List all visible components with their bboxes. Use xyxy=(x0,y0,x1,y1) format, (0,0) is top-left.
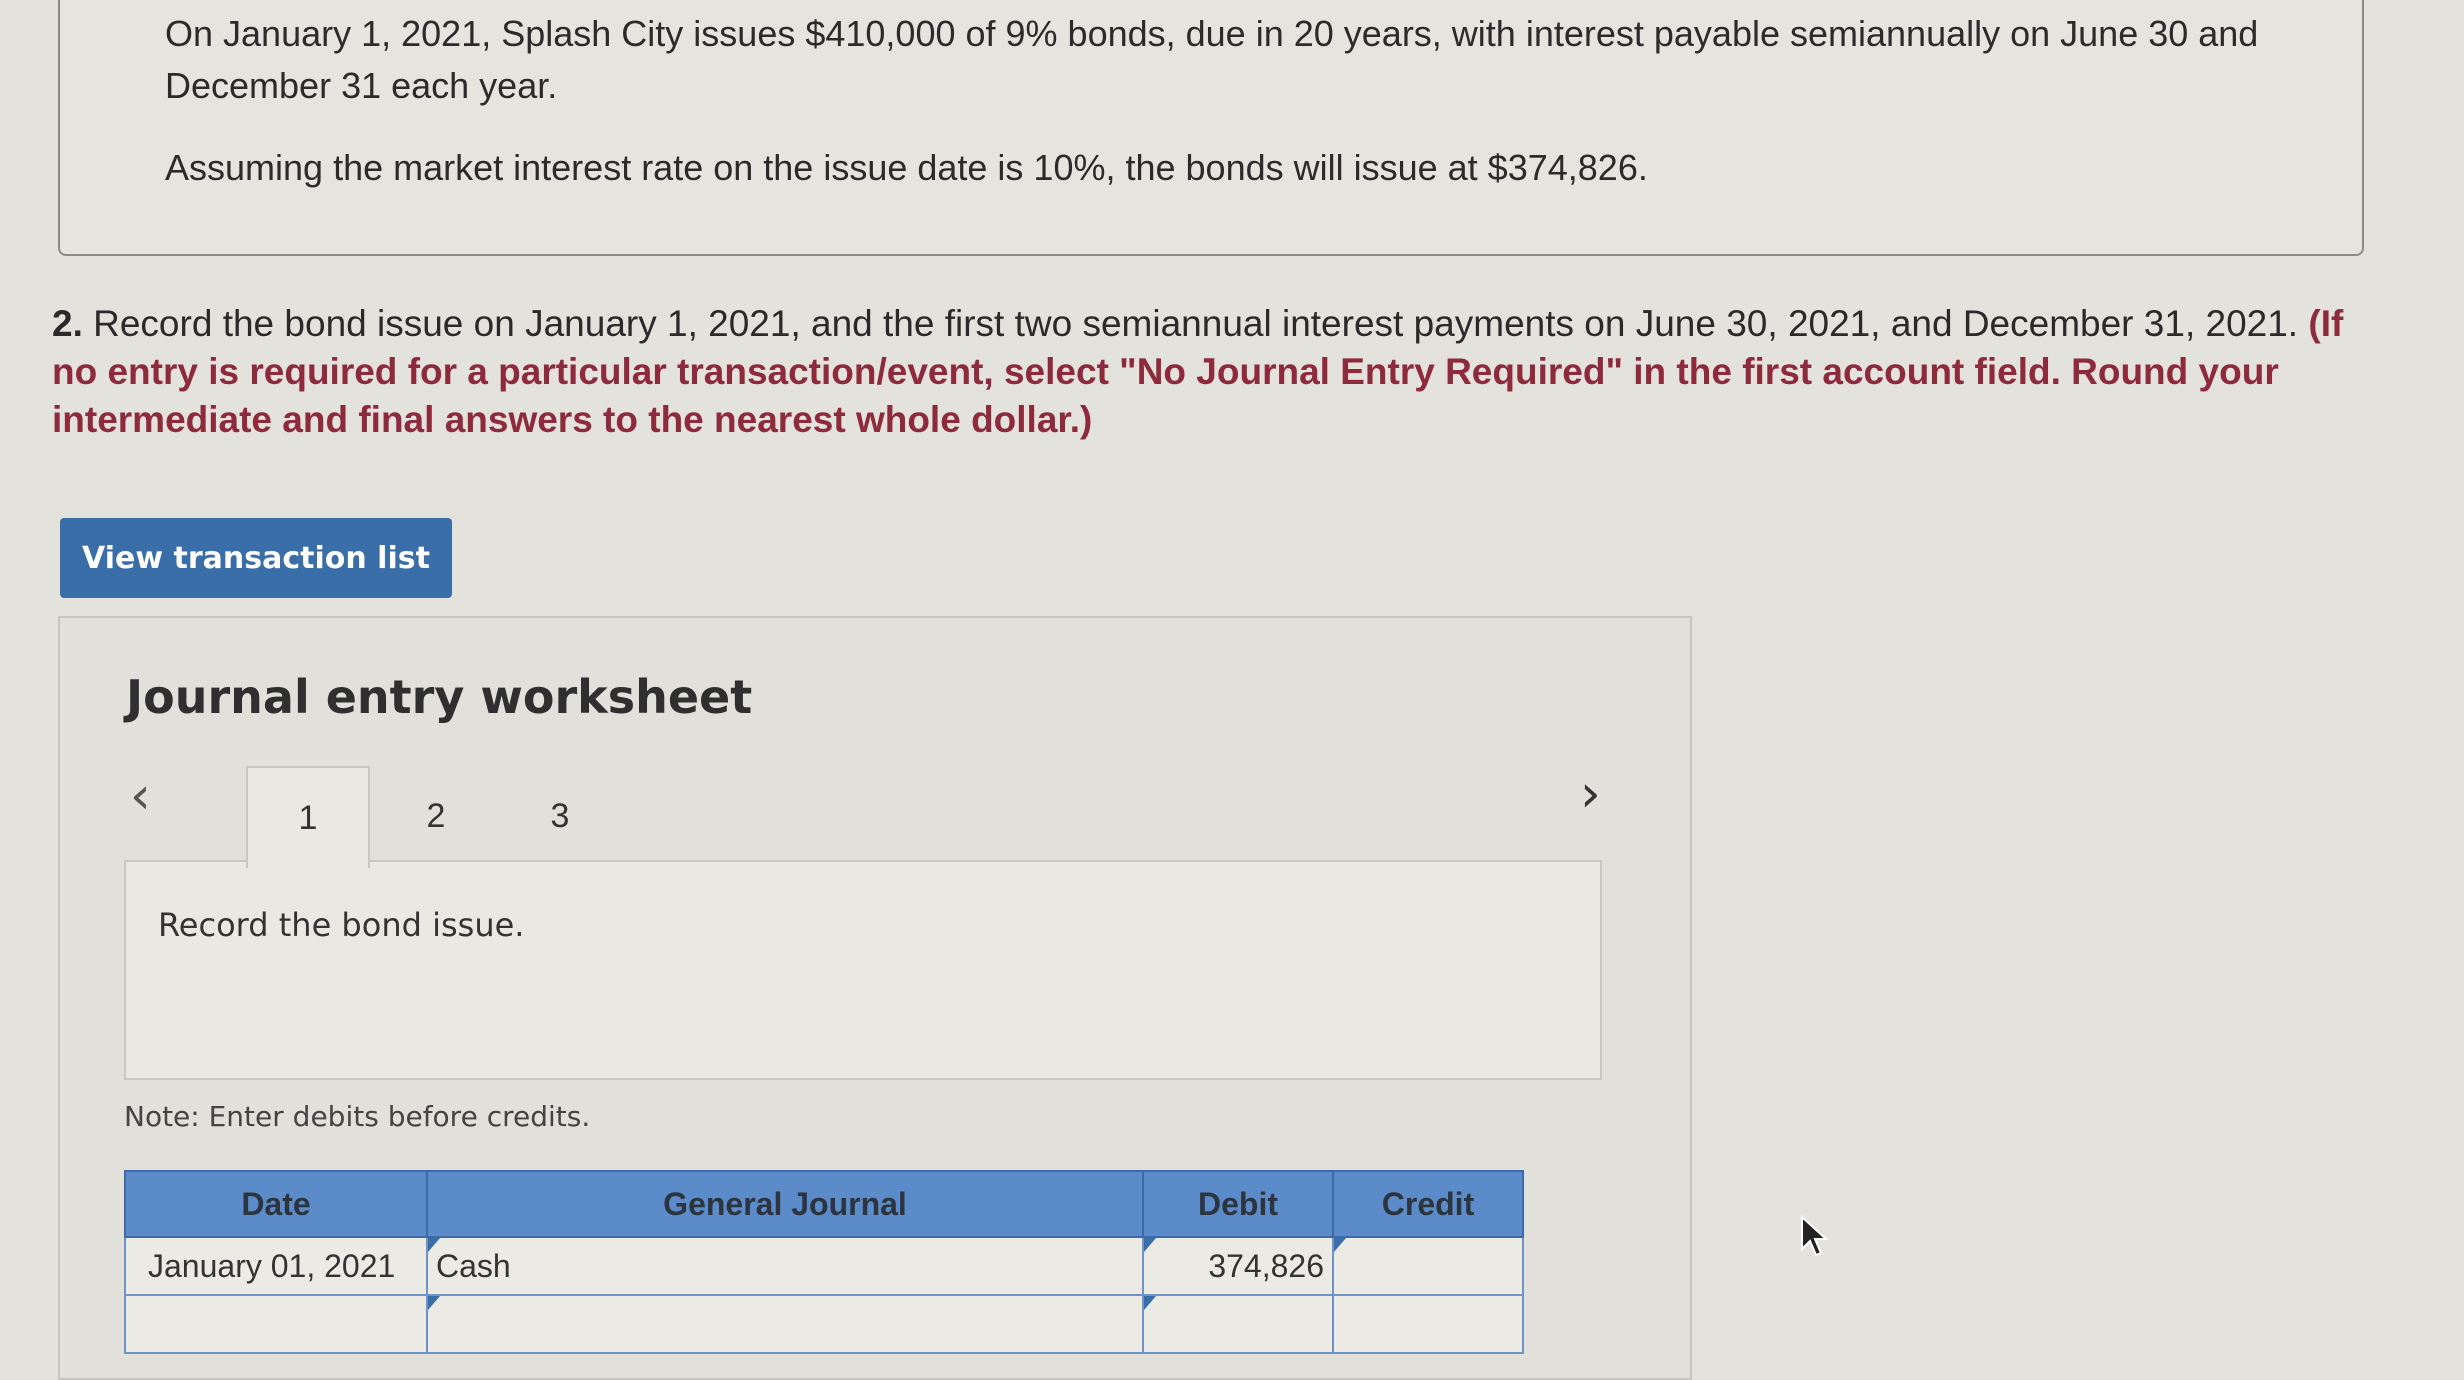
question-number: 2. xyxy=(52,303,83,344)
table-row xyxy=(124,1294,1524,1354)
header-debit: Debit xyxy=(1142,1170,1334,1238)
journal-header-row: Date General Journal Debit Credit xyxy=(124,1170,1524,1238)
debit-input[interactable] xyxy=(1142,1294,1334,1354)
chevron-left-icon[interactable]: ‹ xyxy=(130,770,151,822)
header-date: Date xyxy=(124,1170,428,1238)
journal-entry-worksheet: Journal entry worksheet ‹ 1 2 3 › Record… xyxy=(58,616,1692,1380)
debit-value: 374,826 xyxy=(1208,1247,1324,1284)
date-cell[interactable] xyxy=(124,1294,428,1354)
problem-line-2: Assuming the market interest rate on the… xyxy=(165,147,1648,188)
entry-description-panel: Record the bond issue. xyxy=(124,860,1602,1080)
journal-table: Date General Journal Debit Credit Januar… xyxy=(124,1170,1524,1354)
credit-input[interactable] xyxy=(1332,1294,1524,1354)
problem-line-1: On January 1, 2021, Splash City issues $… xyxy=(165,13,2259,106)
mouse-pointer-icon xyxy=(1801,1215,1829,1257)
tab-3[interactable]: 3 xyxy=(530,766,590,866)
problem-statement: On January 1, 2021, Splash City issues $… xyxy=(165,8,2305,224)
date-cell[interactable]: January 01, 2021 xyxy=(124,1236,428,1296)
account-select[interactable] xyxy=(426,1294,1144,1354)
chevron-right-icon[interactable]: › xyxy=(1580,768,1601,820)
account-select[interactable]: Cash xyxy=(426,1236,1144,1296)
header-credit: Credit xyxy=(1332,1170,1524,1238)
view-transaction-list-button[interactable]: View transaction list xyxy=(60,518,452,598)
debit-input[interactable]: 374,826 xyxy=(1142,1236,1334,1296)
question-text: 2. Record the bond issue on January 1, 2… xyxy=(52,300,2352,444)
account-value: Cash xyxy=(436,1247,511,1284)
cell-flag-icon xyxy=(1144,1296,1156,1310)
cell-flag-icon xyxy=(428,1296,440,1310)
cell-flag-icon xyxy=(1144,1238,1156,1252)
worksheet-title: Journal entry worksheet xyxy=(126,670,753,724)
tab-1[interactable]: 1 xyxy=(246,766,370,868)
entry-description: Record the bond issue. xyxy=(158,906,525,944)
tab-2[interactable]: 2 xyxy=(406,766,466,866)
question-body: Record the bond issue on January 1, 2021… xyxy=(82,303,2309,344)
credit-input[interactable] xyxy=(1332,1236,1524,1296)
debit-credit-note: Note: Enter debits before credits. xyxy=(124,1100,591,1133)
cell-flag-icon xyxy=(428,1238,440,1252)
table-row: January 01, 2021 Cash 374,826 xyxy=(124,1236,1524,1296)
header-general-journal: General Journal xyxy=(426,1170,1144,1238)
cell-flag-icon xyxy=(1334,1238,1346,1252)
